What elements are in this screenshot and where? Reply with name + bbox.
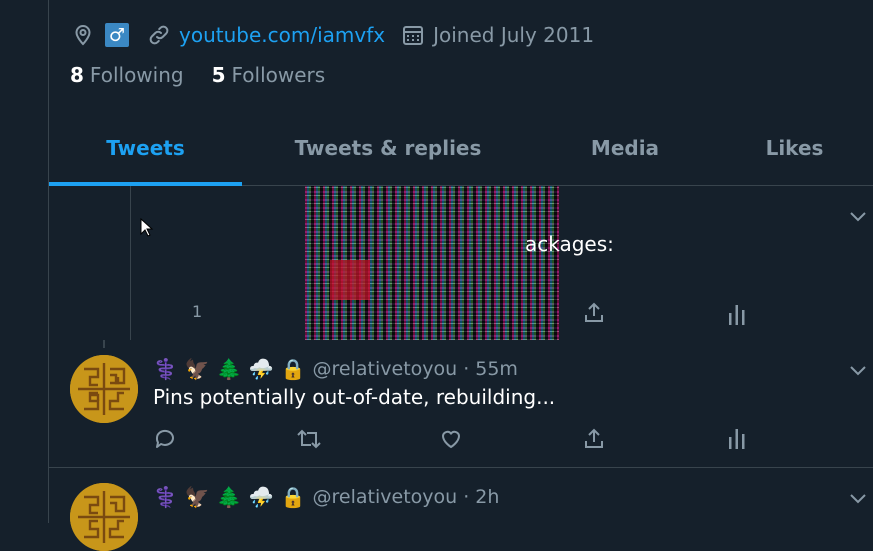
following-label: Following xyxy=(89,63,184,87)
left-sidebar xyxy=(0,0,49,523)
emoji-storm: ⛈️ xyxy=(248,485,274,509)
tweet-item[interactable]: ⚕️ 🦅 🌲 ⛈️ 🔒 @relativetoyou · 55m Pins po… xyxy=(49,340,873,468)
calendar-icon xyxy=(401,23,425,47)
followers-link[interactable]: 5 Followers xyxy=(212,63,326,87)
emoji-tree: 🌲 xyxy=(216,357,242,381)
chevron-down-icon[interactable] xyxy=(848,488,868,512)
profile-link[interactable]: youtube.com/iamvfx xyxy=(179,23,385,47)
emoji-eagle: 🦅 xyxy=(184,485,210,509)
reply-count: 1 xyxy=(192,302,203,321)
profile-tabs: Tweets Tweets & replies Media Likes xyxy=(49,110,873,186)
emoji-storm: ⛈️ xyxy=(248,357,274,381)
tab-media[interactable]: Media xyxy=(534,110,716,185)
share-icon[interactable] xyxy=(582,301,606,329)
quoted-tweet-text: ackages: xyxy=(525,232,614,256)
glitch-artifact xyxy=(330,260,370,300)
separator: · xyxy=(463,486,470,508)
followers-count: 5 xyxy=(211,63,226,87)
emoji-staff: ⚕️ xyxy=(153,485,178,509)
share-icon[interactable] xyxy=(582,427,606,451)
retweet-icon[interactable] xyxy=(296,427,322,451)
chevron-down-icon[interactable] xyxy=(848,360,868,384)
gender-emoji: ♂ xyxy=(105,23,129,47)
emoji-tree: 🌲 xyxy=(216,485,242,509)
chevron-down-icon[interactable] xyxy=(848,206,868,230)
location-icon xyxy=(71,23,95,47)
tweet-handle[interactable]: @relativetoyou xyxy=(313,486,458,508)
link-icon xyxy=(147,23,171,47)
reply-icon[interactable] xyxy=(153,427,177,451)
joined-date: Joined July 2011 xyxy=(433,23,595,47)
tweet-header: ⚕️ 🦅 🌲 ⛈️ 🔒 @relativetoyou · 2h xyxy=(153,483,499,511)
emoji-lock: 🔒 xyxy=(280,485,306,509)
tweet-handle[interactable]: @relativetoyou xyxy=(313,358,458,380)
tab-tweets-replies[interactable]: Tweets & replies xyxy=(242,110,534,185)
analytics-icon[interactable] xyxy=(727,427,747,449)
emoji-lock: 🔒 xyxy=(280,357,306,381)
following-link[interactable]: 8 Following xyxy=(70,63,184,87)
tab-likes[interactable]: Likes xyxy=(716,110,873,185)
avatar[interactable] xyxy=(70,483,138,551)
analytics-icon[interactable] xyxy=(727,303,747,329)
emoji-staff: ⚕️ xyxy=(153,357,178,381)
tweet-text: Pins potentially out-of-date, rebuilding… xyxy=(153,385,556,409)
follow-stats: 8 Following 5 Followers xyxy=(70,63,353,87)
following-count: 8 xyxy=(70,63,84,87)
followers-label: Followers xyxy=(231,63,326,87)
tweet-time[interactable]: 2h xyxy=(475,486,499,508)
tweet-header: ⚕️ 🦅 🌲 ⛈️ 🔒 @relativetoyou · 55m xyxy=(153,355,518,383)
separator: · xyxy=(463,358,470,380)
tweet-item[interactable]: ⚕️ 🦅 🌲 ⛈️ 🔒 @relativetoyou · 2h xyxy=(49,468,873,551)
cursor-icon xyxy=(140,217,154,242)
like-icon[interactable] xyxy=(439,427,463,451)
profile-meta: ♂ youtube.com/iamvfx Joined July 2011 xyxy=(71,20,594,50)
tweet-time[interactable]: 55m xyxy=(475,358,518,380)
emoji-eagle: 🦅 xyxy=(184,357,210,381)
avatar[interactable] xyxy=(70,355,138,423)
tab-tweets[interactable]: Tweets xyxy=(49,110,242,186)
